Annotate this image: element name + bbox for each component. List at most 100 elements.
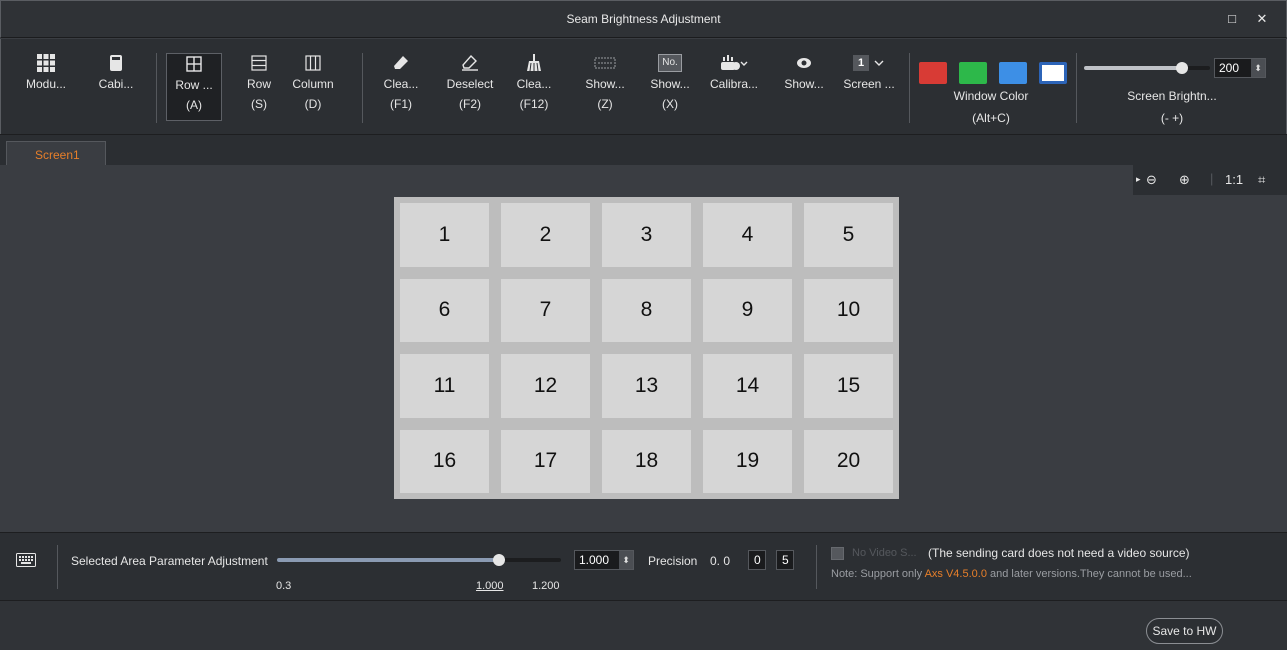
parameter-panel: Selected Area Parameter Adjustment 0.3 1… <box>0 532 1287 600</box>
tab-screen1[interactable]: Screen1 <box>6 141 106 166</box>
cabinet-cell[interactable]: 8 <box>596 272 697 348</box>
save-to-hw-button[interactable]: Save to HW <box>1146 618 1223 644</box>
spin-arrows-icon[interactable]: ⬍ <box>619 551 633 569</box>
window-title: Seam Brightness Adjustment <box>566 12 721 26</box>
row-column-button[interactable]: Row ... (A) <box>166 53 222 121</box>
cabinet-cell[interactable]: 9 <box>697 272 798 348</box>
row-shortcut: (S) <box>251 97 267 111</box>
cabinet-number: 3 <box>602 203 691 267</box>
expand-arrow-icon[interactable]: ▸ <box>1136 174 1141 185</box>
no-video-note: (The sending card does not need a video … <box>928 546 1190 560</box>
module-button[interactable]: Modu... <box>17 53 75 91</box>
cabinet-cell[interactable]: 19 <box>697 423 798 499</box>
parameter-slider-fill <box>277 558 499 562</box>
screen-tabs: Screen1 <box>0 134 1287 166</box>
parameter-slider[interactable] <box>277 554 561 566</box>
number-icon: No. <box>647 53 693 73</box>
cabinet-cell[interactable]: 13 <box>596 348 697 424</box>
eye-icon <box>781 53 827 73</box>
cabinet-cell[interactable]: 10 <box>798 272 899 348</box>
cabinet-cell[interactable]: 2 <box>495 197 596 273</box>
cabinet-number: 20 <box>804 429 893 493</box>
cabinet-number: 1 <box>400 203 489 267</box>
show-button[interactable]: Show... <box>781 53 827 91</box>
cabinet-number: 19 <box>703 429 792 493</box>
cabinet-button[interactable]: Cabi... <box>87 53 145 91</box>
no-video-checkbox[interactable] <box>831 547 844 560</box>
cabinet-number: 15 <box>804 354 893 418</box>
red-color-swatch[interactable] <box>919 62 947 84</box>
cabinet-cell[interactable]: 17 <box>495 423 596 499</box>
show-seams-button[interactable]: Show... (Z) <box>582 53 628 111</box>
zoom-out-icon[interactable]: ⊖ <box>1146 172 1157 188</box>
green-color-swatch[interactable] <box>959 62 987 84</box>
cabinet-cell[interactable]: 1 <box>394 197 495 273</box>
cabinet-cell[interactable]: 18 <box>596 423 697 499</box>
show-number-button[interactable]: No. Show... (X) <box>647 53 693 111</box>
brightness-slider-knob[interactable] <box>1176 62 1189 74</box>
cabinet-number: 7 <box>501 278 590 342</box>
parameter-spinbox[interactable]: 1.000 ⬍ <box>574 550 634 570</box>
brightness-value: 200 <box>1219 61 1240 75</box>
brightness-spinbox[interactable]: 200 ⬍ <box>1214 58 1266 78</box>
close-button[interactable]: ✕ <box>1253 10 1271 28</box>
seams-icon <box>582 53 628 73</box>
blue-color-swatch[interactable] <box>999 62 1027 84</box>
show-label: Show... <box>784 77 824 91</box>
cabinet-number: 12 <box>501 354 590 418</box>
precision-digit-2[interactable]: 5 <box>776 550 794 570</box>
slider-min-label: 0.3 <box>276 580 292 592</box>
cabinet-number: 14 <box>703 354 792 418</box>
slider-max-label: 1.200 <box>532 580 560 592</box>
calibration-button[interactable]: Calibra... <box>707 53 761 91</box>
clear-button[interactable]: Clea... (F1) <box>379 53 423 111</box>
cabinet-cell[interactable]: 16 <box>394 423 495 499</box>
cabinet-number: 11 <box>400 354 489 418</box>
row-column-shortcut: (A) <box>186 98 202 112</box>
cabinet-cell[interactable]: 3 <box>596 197 697 273</box>
precision-digit-1[interactable]: 0 <box>748 550 766 570</box>
cabinet-number: 5 <box>804 203 893 267</box>
clear-all-button[interactable]: Clea... (F12) <box>511 53 557 111</box>
clear-label: Clea... <box>383 77 419 91</box>
panel-divider <box>57 545 58 589</box>
deselect-button[interactable]: Deselect (F2) <box>442 53 498 111</box>
cabinet-cell[interactable]: 12 <box>495 348 596 424</box>
cabinet-number: 4 <box>703 203 792 267</box>
cabinet-cell[interactable]: 15 <box>798 348 899 424</box>
white-color-swatch[interactable] <box>1039 62 1067 84</box>
cabinet-cell[interactable]: 7 <box>495 272 596 348</box>
row-icon <box>236 53 282 73</box>
cabinet-cell[interactable]: 5 <box>798 197 899 273</box>
deselect-shortcut: (F2) <box>459 97 481 111</box>
cabinet-cell[interactable]: 14 <box>697 348 798 424</box>
screen-select-button[interactable]: 1 Screen ... <box>839 53 899 91</box>
window-color-shortcut: (Alt+C) <box>972 111 1010 125</box>
eraser-icon <box>442 53 498 73</box>
column-label: Column <box>292 77 334 91</box>
brightness-slider[interactable] <box>1084 62 1210 74</box>
cabinet-grid[interactable]: 1 2 3 4 5 6 7 8 9 10 11 12 13 14 15 16 17 18 19 20 <box>394 197 899 499</box>
cabinet-cell[interactable]: 20 <box>798 423 899 499</box>
column-button[interactable]: Column (D) <box>290 53 336 111</box>
cabinet-cell[interactable]: 6 <box>394 272 495 348</box>
parameter-slider-knob[interactable] <box>492 554 505 566</box>
footer-bar: Save to HW <box>0 600 1287 650</box>
cabinet-cell[interactable]: 4 <box>697 197 798 273</box>
brightness-slider-fill <box>1084 66 1183 70</box>
zoom-in-icon[interactable]: ⊕ <box>1179 172 1190 188</box>
cabinet-cell[interactable]: 11 <box>394 348 495 424</box>
cabinet-number: 2 <box>501 203 590 267</box>
spin-arrows-icon[interactable]: ⬍ <box>1251 59 1265 77</box>
panel-divider <box>816 545 817 589</box>
screen-canvas[interactable]: ▸ ⊖ ⊕ | 1:1 ⌗ 1 2 3 4 5 6 7 8 9 10 11 12 13 14 15 16 17 1… <box>0 165 1287 532</box>
maximize-button[interactable]: □ <box>1223 10 1241 28</box>
row-button[interactable]: Row (S) <box>236 53 282 111</box>
toolbar-divider <box>909 53 910 123</box>
cabinet-number: 16 <box>400 429 489 493</box>
window-color-label: Window Color <box>953 89 1029 103</box>
keyboard-icon[interactable] <box>16 553 36 567</box>
zoom-actual-size-button[interactable]: 1:1 <box>1225 172 1243 187</box>
zoom-fit-icon[interactable]: ⌗ <box>1258 172 1265 188</box>
brightness-caption: Screen Brightn... (- +) <box>1117 85 1227 125</box>
